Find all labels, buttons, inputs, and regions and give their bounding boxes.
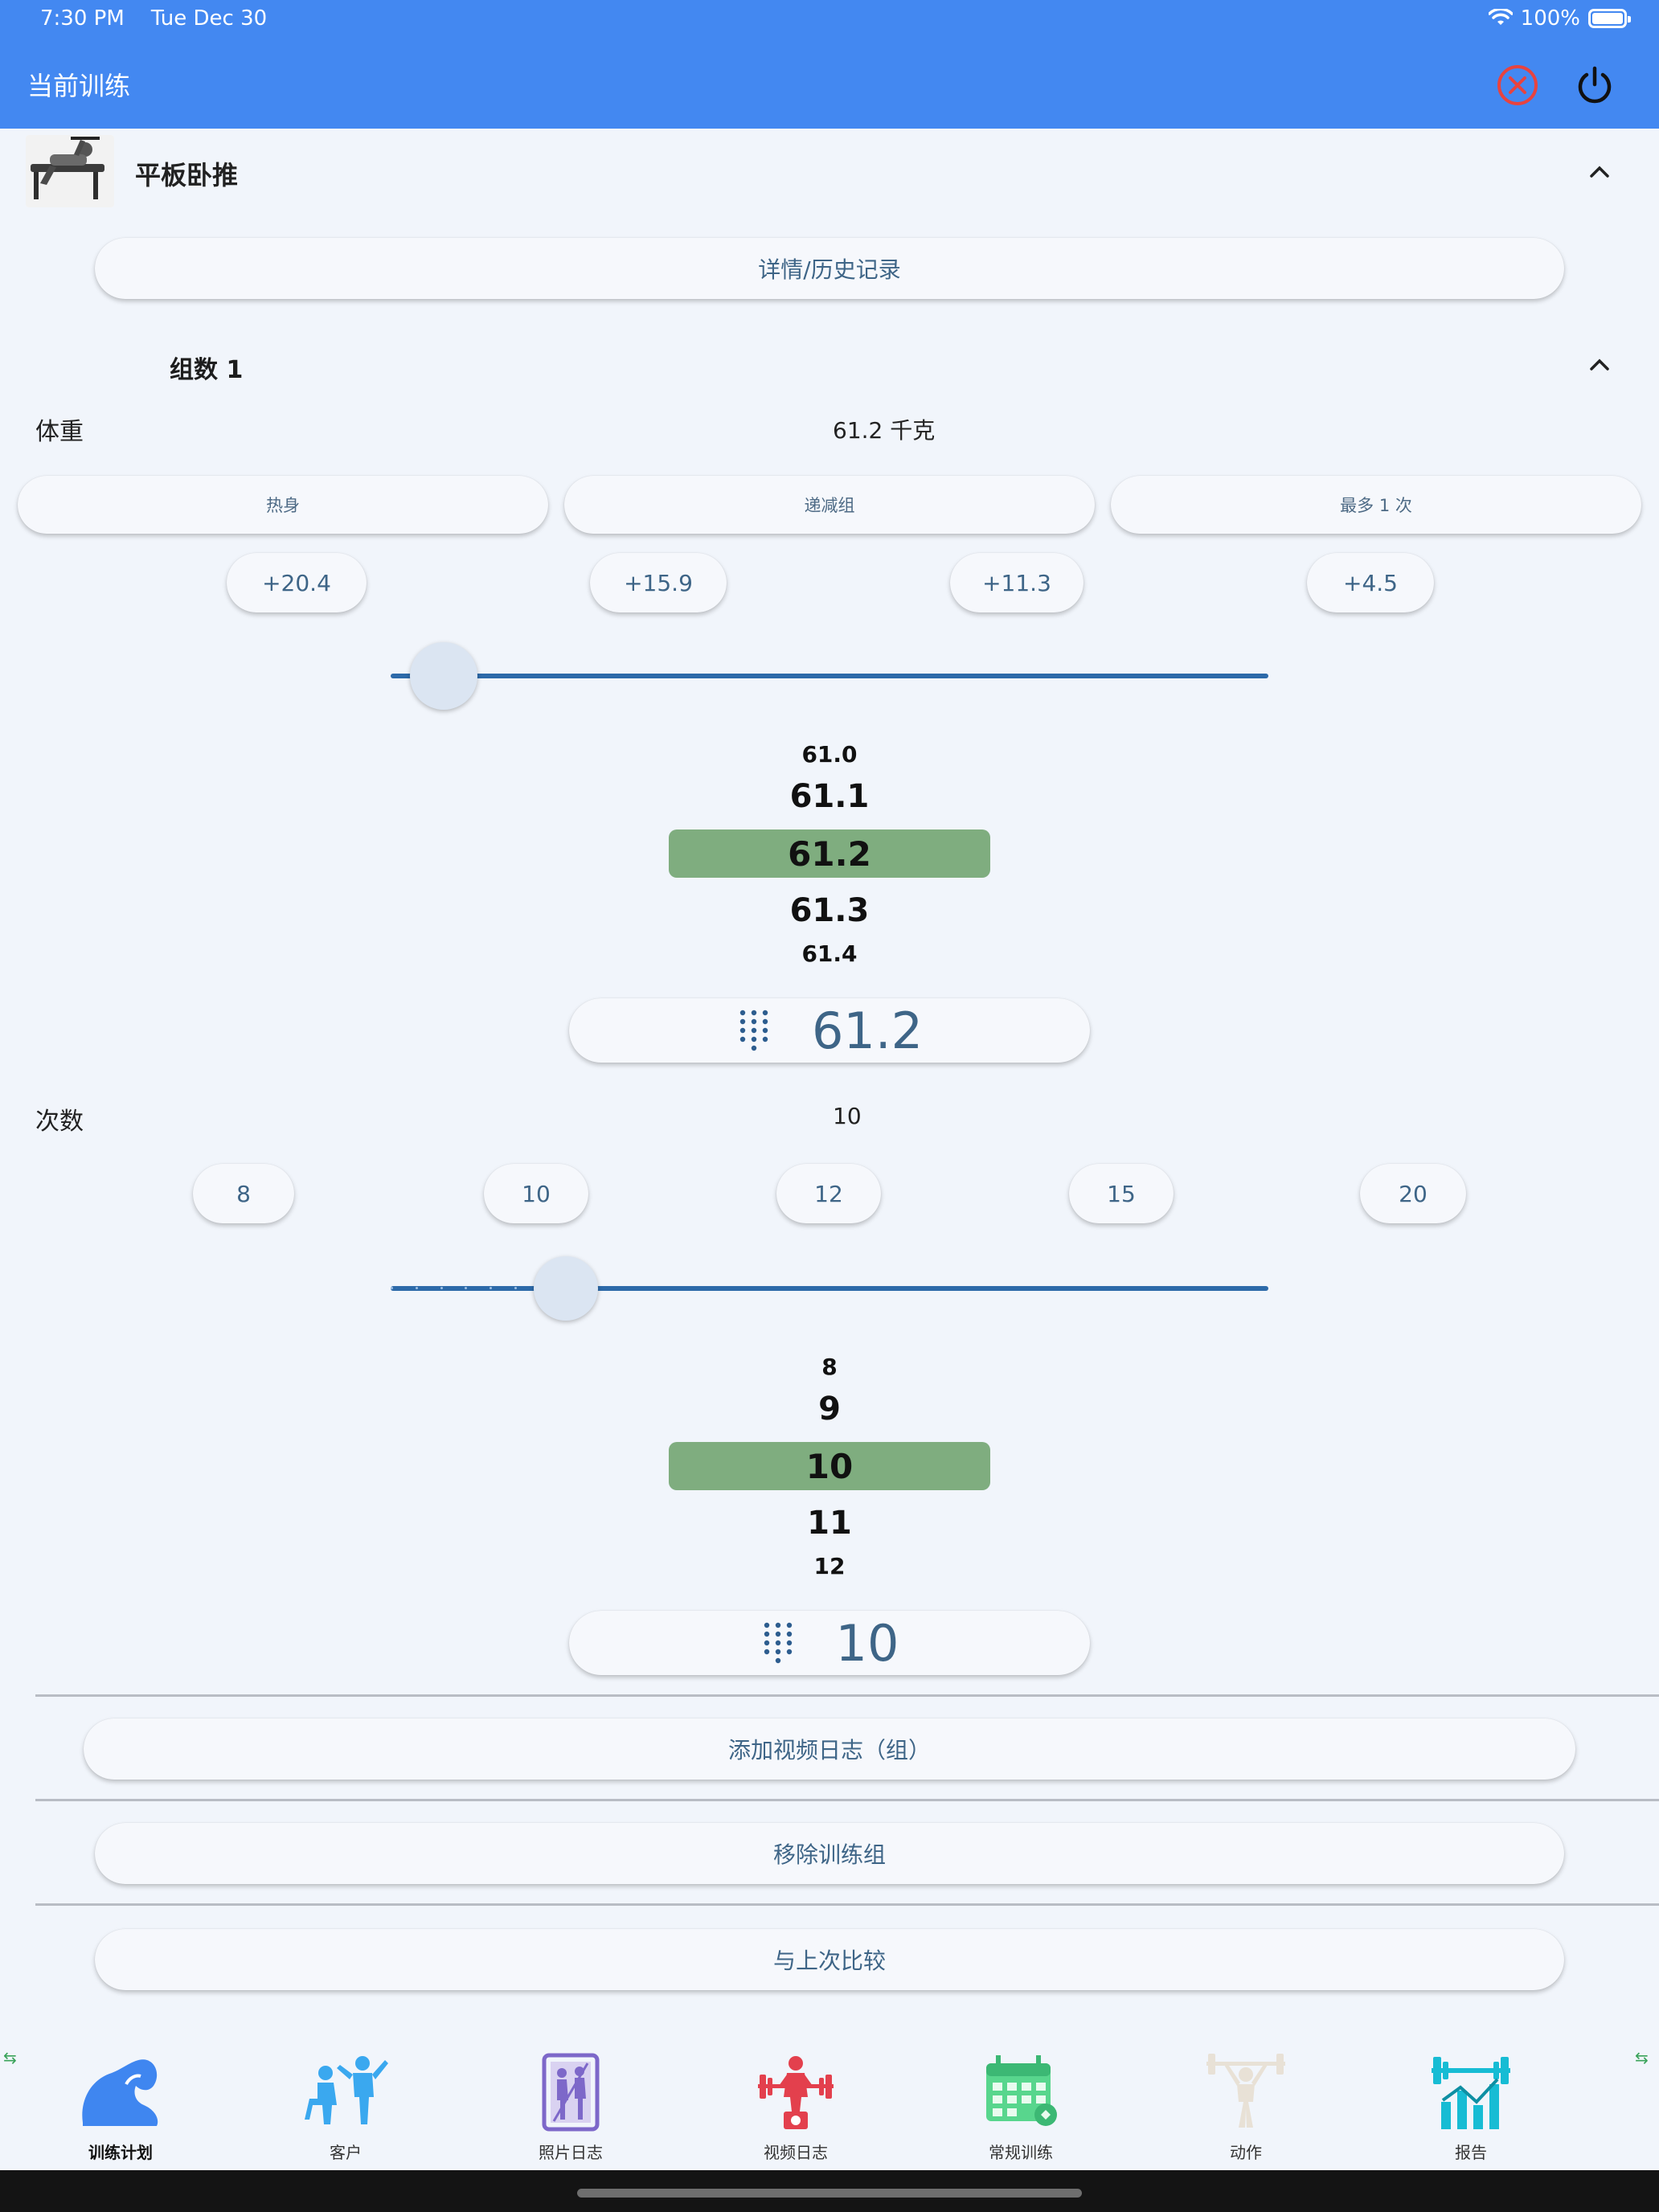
nav-item-video-log[interactable]: 视频日志 <box>715 2048 876 2163</box>
collapse-exercise-button[interactable] <box>1582 154 1617 190</box>
nav-label: 训练计划 <box>88 2143 153 2162</box>
home-indicator[interactable] <box>577 2189 1082 2198</box>
reps-wheel-item[interactable]: 9 <box>669 1391 990 1428</box>
report-chart-icon <box>1432 2057 1510 2129</box>
swap-arrows-icon: ⇆ <box>3 2048 17 2067</box>
divider <box>35 1903 1659 1906</box>
nav-label: 报告 <box>1455 2143 1487 2162</box>
reps-label: 次数 <box>35 1108 84 1136</box>
weight-increment-button[interactable]: +15.9 <box>590 553 727 612</box>
weight-wheel-item[interactable]: 61.3 <box>669 892 990 929</box>
bench-press-figure-icon <box>26 135 114 207</box>
slider-tick <box>391 1287 393 1289</box>
preset-warmup-button[interactable]: 热身 <box>18 476 548 534</box>
battery-percent: 100% <box>1520 6 1580 31</box>
nav-item-routine[interactable]: 常规训练 <box>940 2048 1101 2163</box>
reps-wheel-item[interactable]: 12 <box>669 1553 990 1579</box>
nav-label: 照片日志 <box>539 2143 603 2162</box>
details-history-button[interactable]: 详情/历史记录 <box>95 238 1564 299</box>
slider-tick <box>514 1287 517 1289</box>
calendar-routine-icon <box>986 2055 1057 2126</box>
photo-log-icon <box>542 2053 600 2132</box>
nav-item-training-plan[interactable]: 训练计划 <box>40 2048 201 2163</box>
status-time: 7:30 PM Tue Dec 30 <box>40 6 268 31</box>
reps-slider-thumb[interactable] <box>534 1256 599 1321</box>
preset-dropset-button[interactable]: 递减组 <box>564 476 1095 534</box>
nav-item-reports[interactable]: 报告 <box>1391 2048 1551 2163</box>
swap-arrows-icon: ⇆ <box>1635 2048 1649 2067</box>
reps-wheel-item[interactable]: 11 <box>669 1505 990 1542</box>
nav-item-clients[interactable]: 客户 <box>265 2048 426 2163</box>
preset-max-one-rep-button[interactable]: 最多 1 次 <box>1111 476 1641 534</box>
finish-workout-button[interactable] <box>1566 56 1624 114</box>
weight-slider-thumb[interactable] <box>409 642 477 710</box>
lifter-exercise-icon <box>1206 2054 1285 2128</box>
exercise-thumbnail <box>26 135 114 207</box>
reps-quick-button[interactable]: 15 <box>1069 1164 1174 1223</box>
reps-input-value: 10 <box>835 1613 899 1673</box>
nav-label: 客户 <box>330 2143 362 2162</box>
exercise-name: 平板卧推 <box>135 160 239 190</box>
reps-input-button[interactable]: 10 <box>569 1611 1090 1675</box>
collapse-set-button[interactable] <box>1582 347 1617 383</box>
flexed-arm-icon <box>82 2059 158 2126</box>
reps-value: 10 <box>833 1103 862 1129</box>
slider-tick <box>490 1287 493 1289</box>
reps-wheel-item[interactable]: 8 <box>669 1354 990 1380</box>
slider-tick <box>465 1287 468 1289</box>
weightlifter-video-icon <box>758 2056 834 2129</box>
nav-item-photo-log[interactable]: 照片日志 <box>490 2048 651 2163</box>
power-icon <box>1578 66 1612 104</box>
nav-label: 动作 <box>1230 2143 1262 2162</box>
chevron-up-icon <box>1590 358 1609 371</box>
weight-label: 体重 <box>35 418 84 446</box>
wifi-icon <box>1488 9 1513 25</box>
nav-item-exercises[interactable]: 动作 <box>1165 2048 1326 2163</box>
weight-wheel-item[interactable]: 61.4 <box>669 940 990 967</box>
reps-quick-button[interactable]: 8 <box>193 1164 294 1223</box>
weight-input-button[interactable]: 61.2 <box>569 998 1090 1063</box>
slider-tick <box>440 1287 443 1289</box>
weight-slider-track[interactable] <box>391 674 1268 678</box>
battery-icon <box>1588 9 1631 28</box>
reps-quick-button[interactable]: 12 <box>776 1164 881 1223</box>
keypad-icon <box>739 1010 768 1051</box>
set-title: 组数 1 <box>170 356 244 384</box>
weight-value: 61.2 千克 <box>833 417 936 444</box>
close-circle-icon <box>1497 65 1538 105</box>
slider-tick <box>415 1287 418 1289</box>
status-indicators: 100% <box>1488 6 1631 31</box>
weight-increment-button[interactable]: +20.4 <box>227 553 367 612</box>
compare-last-button[interactable]: 与上次比较 <box>95 1929 1564 1990</box>
trainer-client-icon <box>305 2056 388 2124</box>
weight-wheel-item[interactable]: 61.0 <box>669 741 990 768</box>
page-title: 当前训练 <box>27 71 131 101</box>
nav-label: 视频日志 <box>764 2143 828 2162</box>
weight-increment-button[interactable]: +4.5 <box>1307 553 1434 612</box>
keypad-icon <box>764 1622 792 1664</box>
weight-increment-button[interactable]: +11.3 <box>950 553 1083 612</box>
remove-set-button[interactable]: 移除训练组 <box>95 1823 1564 1884</box>
weight-input-value: 61.2 <box>811 1001 924 1060</box>
cancel-workout-button[interactable] <box>1489 56 1546 114</box>
nav-label: 常规训练 <box>989 2143 1053 2162</box>
add-video-log-button[interactable]: 添加视频日志（组） <box>84 1718 1575 1780</box>
reps-quick-button[interactable]: 20 <box>1360 1164 1466 1223</box>
reps-quick-button[interactable]: 10 <box>484 1164 588 1223</box>
divider <box>35 1799 1659 1801</box>
reps-wheel-selected[interactable]: 10 <box>669 1447 990 1486</box>
weight-wheel-selected[interactable]: 61.2 <box>669 834 990 874</box>
weight-wheel-item[interactable]: 61.1 <box>669 778 990 815</box>
divider <box>35 1694 1659 1697</box>
chevron-up-icon <box>1590 166 1609 178</box>
